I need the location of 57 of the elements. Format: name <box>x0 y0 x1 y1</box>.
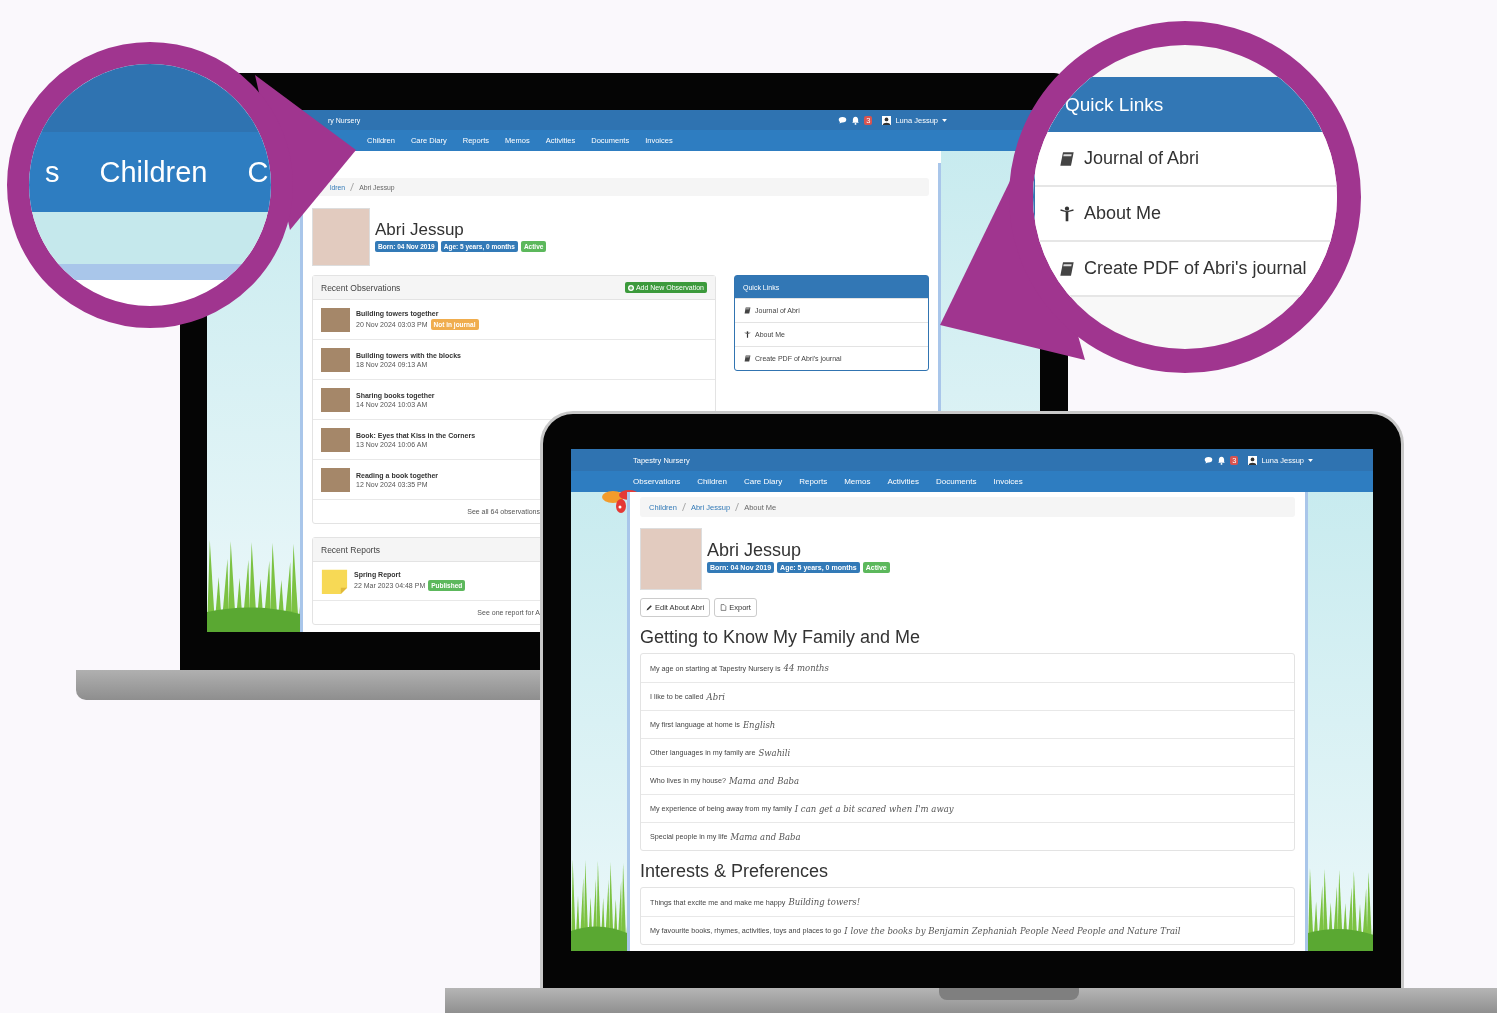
section-heading: Interests & Preferences <box>640 861 830 882</box>
nav-link[interactable]: Children <box>697 477 727 486</box>
caret-icon[interactable] <box>1308 458 1313 462</box>
person-icon <box>744 331 751 338</box>
book-icon <box>744 355 751 362</box>
caret-icon[interactable] <box>942 118 947 122</box>
photo-placeholder <box>321 307 350 332</box>
photo-placeholder <box>321 427 350 452</box>
answer-text: Abri <box>706 691 725 702</box>
nav-link[interactable]: Activities <box>887 477 919 486</box>
photo-placeholder <box>640 528 702 590</box>
photo-placeholder <box>321 387 350 412</box>
user-icon <box>1248 455 1258 465</box>
nav-link[interactable]: Invoices <box>993 477 1023 486</box>
quick-link[interactable]: About Me <box>1035 187 1337 242</box>
panel-title: Recent Observations <box>321 282 401 293</box>
nav-link[interactable]: Memos <box>844 477 871 486</box>
nav-link[interactable]: C <box>247 155 269 189</box>
user-icon <box>882 115 892 125</box>
answer-text: Mama and Baba <box>728 775 799 786</box>
breadcrumb-separator <box>350 183 355 191</box>
file-icon <box>720 604 728 611</box>
nav-link[interactable]: Children <box>99 155 208 189</box>
answer-text: Building towers! <box>788 897 861 907</box>
photo-placeholder <box>321 467 350 492</box>
quick-link[interactable]: Create PDF of Abri's journal <box>1035 242 1337 297</box>
photo-placeholder <box>321 347 350 372</box>
chat-icon[interactable] <box>1204 455 1214 465</box>
answer-text: I love the books by Benjamin Zephaniah People Need People and Nature Trail <box>844 925 1181 936</box>
breadcrumb-separator <box>681 503 686 511</box>
nav-link[interactable]: Observations <box>633 477 681 486</box>
person-icon <box>1059 205 1075 222</box>
breadcrumb-separator <box>735 503 740 511</box>
panel-title: Recent Reports <box>321 544 381 555</box>
book-icon <box>1059 150 1075 167</box>
child-name: Abri Jessup <box>707 540 803 561</box>
section-heading: Getting to Know My Family and Me <box>640 627 922 648</box>
bell-icon[interactable] <box>851 115 861 125</box>
answer-text: I can get a bit scared when I'm away <box>794 803 954 814</box>
photo-placeholder <box>312 208 370 266</box>
book-icon <box>744 307 751 314</box>
nav-link[interactable]: Documents <box>936 477 977 486</box>
sticky-note-icon <box>321 567 348 595</box>
plus-circle-icon <box>627 284 634 291</box>
chat-icon[interactable] <box>838 115 848 125</box>
quick-link[interactable]: Journal of Abri <box>1035 132 1337 187</box>
answer-text: Swahili <box>758 747 791 758</box>
nav-link[interactable]: s <box>45 155 60 189</box>
child-name: Abri Jessup <box>375 220 465 240</box>
answer-text: English <box>742 719 776 730</box>
bell-icon[interactable] <box>1217 455 1227 465</box>
answer-text: Mama and Baba <box>730 831 801 842</box>
book-icon <box>1059 260 1075 277</box>
nav-link[interactable]: Care Diary <box>743 477 783 486</box>
nav-link[interactable]: Reports <box>799 477 828 486</box>
answer-text: 44 months <box>783 663 829 673</box>
pencil-icon <box>646 604 653 611</box>
